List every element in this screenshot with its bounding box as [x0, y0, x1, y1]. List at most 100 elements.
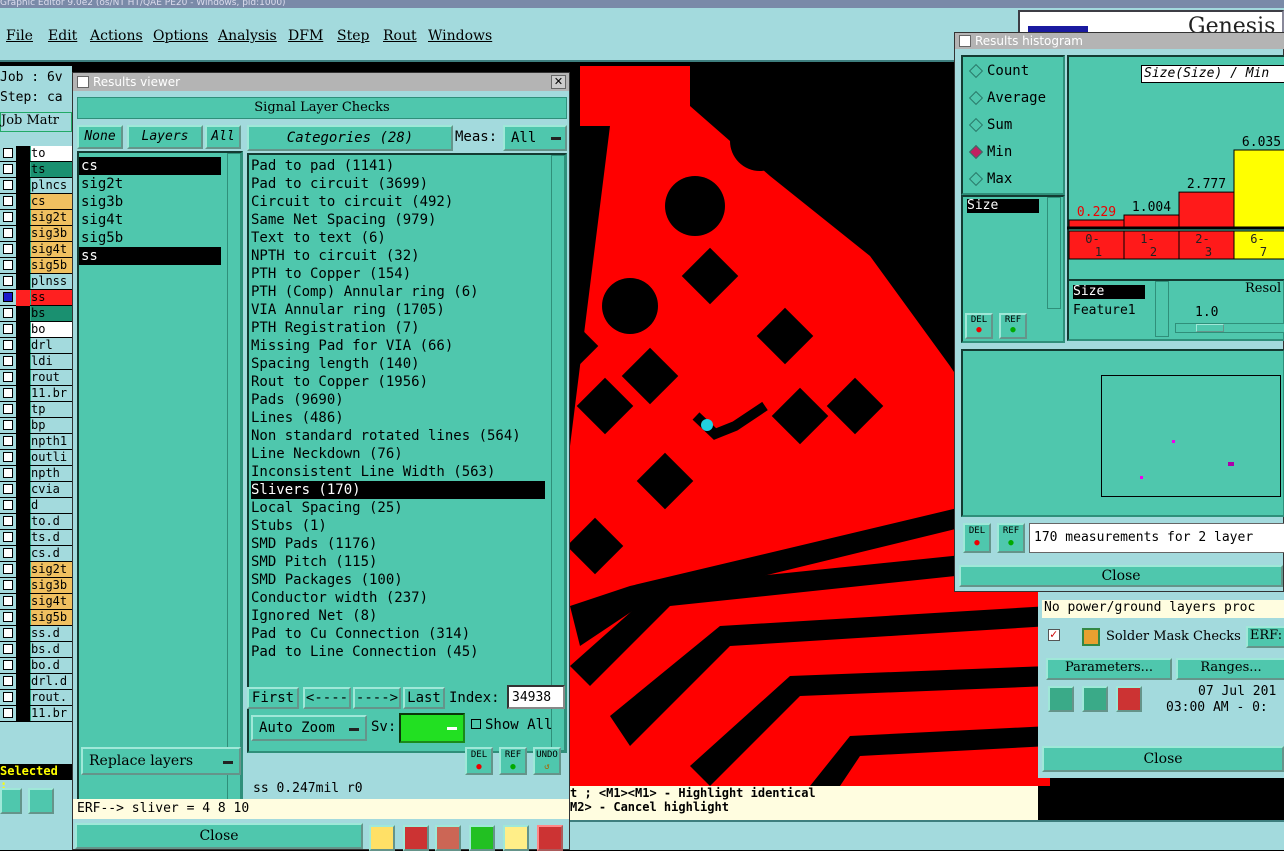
- category-item[interactable]: Pad to Line Connection (45): [251, 643, 545, 661]
- layer-checkbox[interactable]: [3, 196, 13, 206]
- tool-icon-5[interactable]: [503, 825, 529, 851]
- layer-row[interactable]: cs.d: [0, 546, 72, 562]
- category-item[interactable]: Stubs (1): [251, 517, 545, 535]
- layer-checkbox[interactable]: [3, 692, 13, 702]
- layer-checkbox[interactable]: [3, 612, 13, 622]
- category-item[interactable]: Ignored Net (8): [251, 607, 545, 625]
- category-item[interactable]: NPTH to circuit (32): [251, 247, 545, 265]
- layer-row[interactable]: sig4t: [0, 594, 72, 610]
- meas-dropdown[interactable]: All: [503, 125, 567, 151]
- histogram-icon[interactable]: [537, 825, 563, 851]
- del-button[interactable]: DEL ●: [465, 747, 493, 775]
- layer-row[interactable]: rout: [0, 370, 72, 386]
- layer-row[interactable]: tp: [0, 402, 72, 418]
- layer-row[interactable]: cvia: [0, 482, 72, 498]
- attr-scrollbar[interactable]: [1047, 197, 1061, 309]
- parameters-button[interactable]: Parameters...: [1046, 658, 1172, 680]
- layer-checkbox[interactable]: [3, 244, 13, 254]
- layer-row[interactable]: sig4t: [0, 242, 72, 258]
- layer-row[interactable]: plncs: [0, 178, 72, 194]
- layer-checkbox[interactable]: [3, 548, 13, 558]
- layer-row[interactable]: drl: [0, 338, 72, 354]
- index-input[interactable]: [507, 685, 565, 709]
- layer-checkbox[interactable]: [3, 628, 13, 638]
- menu-step[interactable]: Step: [337, 28, 369, 44]
- layer-row[interactable]: bo.d: [0, 658, 72, 674]
- preview-box[interactable]: [1101, 375, 1281, 497]
- layer-row[interactable]: 11.br: [0, 706, 72, 722]
- category-item[interactable]: Text to text (6): [251, 229, 545, 247]
- layer-row[interactable]: bp: [0, 418, 72, 434]
- first-button[interactable]: First: [247, 687, 299, 709]
- category-item[interactable]: PTH to Copper (154): [251, 265, 545, 283]
- replace-layers-button[interactable]: Replace layers: [81, 747, 241, 775]
- category-item[interactable]: Slivers (170): [251, 481, 545, 499]
- results-layer-item[interactable]: ss: [79, 247, 221, 265]
- categories-scrollbar[interactable]: [551, 155, 565, 751]
- histogram-titlebar[interactable]: Results histogram: [955, 33, 1284, 49]
- menu-rout[interactable]: Rout: [383, 28, 417, 44]
- category-item[interactable]: SMD Pads (1176): [251, 535, 545, 553]
- layer-row[interactable]: rout.: [0, 690, 72, 706]
- layer-row[interactable]: to.d: [0, 514, 72, 530]
- layer-row[interactable]: d: [0, 498, 72, 514]
- layer-row[interactable]: bs: [0, 306, 72, 322]
- tool-icon-2[interactable]: [403, 825, 429, 851]
- layer-row[interactable]: drl.d: [0, 674, 72, 690]
- category-item[interactable]: Inconsistent Line Width (563): [251, 463, 545, 481]
- layer-row[interactable]: cs: [0, 194, 72, 210]
- all-layers-button[interactable]: All: [205, 125, 241, 149]
- layer-row[interactable]: npth: [0, 466, 72, 482]
- run-icon[interactable]: [1048, 686, 1074, 712]
- layer-checkbox[interactable]: [3, 484, 13, 494]
- layer-row[interactable]: 11.br: [0, 386, 72, 402]
- layer-row[interactable]: to: [0, 146, 72, 162]
- layer-checkbox[interactable]: [3, 516, 13, 526]
- solder-mask-checkbox[interactable]: ✓: [1048, 627, 1060, 641]
- show-all-checkbox[interactable]: [471, 719, 481, 729]
- layer-checkbox[interactable]: [3, 356, 13, 366]
- layer-row[interactable]: plnss: [0, 274, 72, 290]
- layer-checkbox[interactable]: [3, 340, 13, 350]
- category-item[interactable]: Non standard rotated lines (564): [251, 427, 545, 445]
- category-item[interactable]: Local Spacing (25): [251, 499, 545, 517]
- layer-checkbox[interactable]: [3, 180, 13, 190]
- category-item[interactable]: Pad to circuit (3699): [251, 175, 545, 193]
- close-icon[interactable]: ✕: [551, 75, 566, 89]
- category-item[interactable]: VIA Annular ring (1705): [251, 301, 545, 319]
- layer-checkbox[interactable]: [3, 436, 13, 446]
- measure-tool-button[interactable]: [28, 788, 54, 814]
- category-item[interactable]: Lines (486): [251, 409, 545, 427]
- attr-item-size[interactable]: Size: [967, 199, 1039, 213]
- attr-del-button[interactable]: DEL ●: [965, 313, 993, 339]
- layer-checkbox[interactable]: [3, 564, 13, 574]
- histogram-chart[interactable]: 0.229 0-1 1.004 1-2 2.777 2-3 6.035 6-7: [1067, 85, 1284, 263]
- layer-row[interactable]: npth1: [0, 434, 72, 450]
- viewer-close-button[interactable]: Close: [75, 823, 363, 849]
- layers-button[interactable]: Layers: [127, 125, 203, 149]
- layer-row[interactable]: sig5b: [0, 258, 72, 274]
- category-item[interactable]: Missing Pad for VIA (66): [251, 337, 545, 355]
- checks-close-button[interactable]: Close: [1042, 746, 1284, 772]
- category-item[interactable]: Rout to Copper (1956): [251, 373, 545, 391]
- menu-dfm[interactable]: DFM: [288, 28, 323, 44]
- results-viewer-titlebar[interactable]: Results viewer ✕: [73, 73, 569, 91]
- attr-ref-button[interactable]: REF ●: [999, 313, 1027, 339]
- layer-row[interactable]: sig3b: [0, 578, 72, 594]
- prev-button[interactable]: <----: [303, 687, 351, 709]
- layer-checkbox[interactable]: [3, 388, 13, 398]
- layer-checkbox[interactable]: [3, 676, 13, 686]
- menu-edit[interactable]: Edit: [48, 28, 77, 44]
- category-item[interactable]: Circuit to circuit (492): [251, 193, 545, 211]
- layer-row[interactable]: sig3b: [0, 226, 72, 242]
- menu-windows[interactable]: Windows: [428, 28, 492, 44]
- mode-max[interactable]: Max: [967, 169, 1046, 196]
- tool-icon-3[interactable]: [435, 825, 461, 851]
- mode-count[interactable]: Count: [967, 61, 1046, 88]
- category-item[interactable]: SMD Packages (100): [251, 571, 545, 589]
- histogram-close-button[interactable]: Close: [959, 565, 1283, 587]
- field-item-feature1[interactable]: Feature1: [1073, 303, 1136, 318]
- results-layer-item[interactable]: sig5b: [79, 229, 221, 247]
- layer-checkbox[interactable]: [3, 148, 13, 158]
- results-layer-item[interactable]: sig3b: [79, 193, 221, 211]
